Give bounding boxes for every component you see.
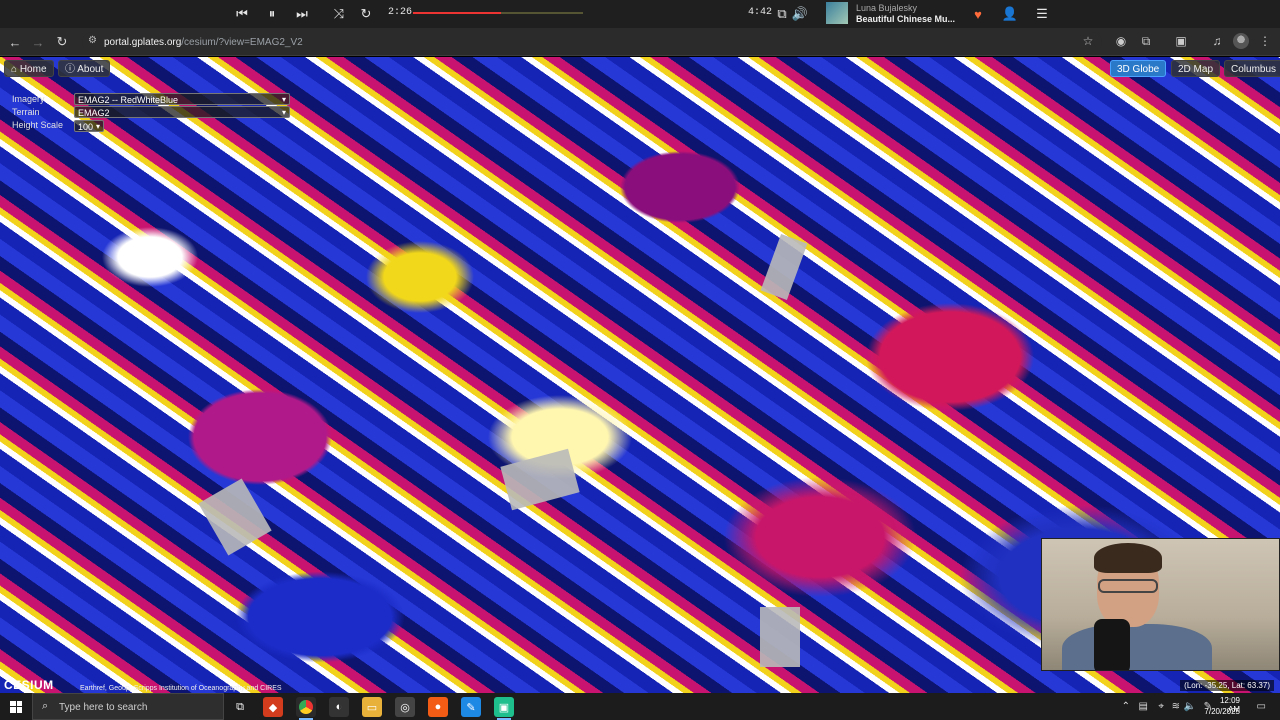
location-icon[interactable]: ⌖ <box>1158 701 1164 712</box>
imagery-label: Imagery <box>12 94 45 104</box>
search-icon: ⌕ <box>42 700 49 712</box>
chevron-down-icon: ▾ <box>281 95 286 104</box>
forward-arrow-icon[interactable]: → <box>29 33 47 51</box>
webcam-person-shirt <box>1062 624 1212 670</box>
about-label: About <box>77 64 104 75</box>
view-columbus-button[interactable]: Columbus <box>1224 60 1280 77</box>
chrome-browser-icon[interactable] <box>296 697 316 720</box>
chat-app-icon[interactable]: ◐ <box>329 697 349 717</box>
url-text[interactable]: portal.gplates.org/cesium/?view=EMAG2_V2 <box>104 37 303 48</box>
captions-icon[interactable]: ⧉ <box>772 4 792 24</box>
layer-panel: Imagery EMAG2 -- RedWhiteBlue ▾ Terrain E… <box>4 93 294 135</box>
media-progress-fill <box>413 12 502 14</box>
height-scale-value: 100 <box>78 122 94 132</box>
brave-browser-icon[interactable]: ◆ <box>263 697 283 717</box>
clock-date[interactable]: 7/20/2025 <box>1204 707 1240 716</box>
track-artist: Luna Bujalesky <box>856 3 918 13</box>
info-icon: ⓘ <box>65 64 75 75</box>
site-info-icon[interactable]: ⚙ <box>88 36 100 46</box>
terrain-select[interactable]: EMAG2 ▾ <box>74 106 290 118</box>
firefox-icon[interactable]: ● <box>428 697 448 717</box>
task-view-icon[interactable]: ⧉ <box>230 697 250 717</box>
height-scale-label: Height Scale <box>12 120 64 130</box>
home-label: Home <box>19 64 47 75</box>
user-icon[interactable]: 👤 <box>1000 4 1020 24</box>
tab-search-icon[interactable]: ▣ <box>1173 33 1189 49</box>
data-credits: Earthref, Geoup, Scripps Institution of … <box>80 685 282 692</box>
microphone <box>1094 619 1130 670</box>
view-3d-globe-button[interactable]: 3D Globe <box>1110 60 1167 77</box>
heart-icon[interactable]: ♥ <box>968 4 988 24</box>
home-icon: ⌂ <box>11 64 18 75</box>
home-button[interactable]: ⌂ Home <box>4 60 54 77</box>
reload-icon[interactable]: ↻ <box>53 33 71 51</box>
imagery-value: EMAG2 -- RedWhiteBlue <box>78 95 179 105</box>
no-data-patch <box>198 478 272 556</box>
media-control-bar: ⏮ ⏸ ⏭ ⤨ ↻ 2:26 4:42 ⧉ 🔊 Luna Bujalesky B… <box>0 0 1280 28</box>
about-button[interactable]: ⓘ About <box>58 60 111 77</box>
webcam-overlay <box>1041 538 1280 671</box>
chevron-down-icon: ▾ <box>95 122 100 131</box>
repeat-icon[interactable]: ↻ <box>356 4 376 24</box>
file-explorer-icon[interactable]: ▭ <box>362 697 382 717</box>
taskbar-search-input[interactable]: ⌕ Type here to search <box>32 693 224 720</box>
cesium-logo[interactable]: CESIUM <box>4 678 54 692</box>
paint-app-icon[interactable]: ✎ <box>461 697 481 717</box>
no-data-patch <box>500 448 580 511</box>
more-menu-icon[interactable]: ⋮ <box>1257 33 1273 49</box>
notification-icon[interactable]: ▭ <box>1257 701 1266 712</box>
terrain-label: Terrain <box>12 107 40 117</box>
chevron-down-icon: ▾ <box>281 108 286 117</box>
total-time: 4:42 <box>748 7 773 18</box>
pause-icon[interactable]: ⏸ <box>262 4 282 24</box>
taskbar-search-placeholder: Type here to search <box>59 702 148 713</box>
network-icon[interactable]: ▤ <box>1139 701 1148 712</box>
media-progress-bar[interactable] <box>413 12 583 14</box>
volume-icon[interactable]: 🔊 <box>790 4 810 24</box>
url-path: /cesium/?view=EMAG2_V2 <box>181 37 303 48</box>
elapsed-time: 2:26 <box>388 7 413 18</box>
imagery-select[interactable]: EMAG2 -- RedWhiteBlue ▾ <box>74 93 290 105</box>
terrain-value: EMAG2 <box>78 108 110 118</box>
media-icon[interactable]: ♫ <box>1209 33 1225 49</box>
height-scale-select[interactable]: 100 ▾ <box>74 120 104 132</box>
coordinate-readout: (Lon: -35.25, Lat: 63.37) <box>1180 680 1274 691</box>
view-2d-map-button[interactable]: 2D Map <box>1171 60 1221 77</box>
obs-app-icon[interactable]: ▣ <box>494 697 514 720</box>
speaker-icon[interactable]: 🔈 <box>1184 701 1196 712</box>
cesium-toolbar: ⌂ Home ⓘ About 3D Globe 2D Map Columbus <box>0 57 1280 79</box>
next-track-icon[interactable]: ⏭ <box>292 4 312 24</box>
start-button[interactable] <box>0 693 32 720</box>
webcam-person-hair <box>1094 543 1162 573</box>
back-arrow-icon[interactable]: ← <box>6 33 24 51</box>
track-title: Beautiful Chinese Mu... <box>856 14 956 24</box>
url-host: portal.gplates.org <box>104 37 182 48</box>
previous-track-icon[interactable]: ⏮ <box>232 4 252 24</box>
extension-icon[interactable]: ◉ <box>1113 33 1129 49</box>
wifi-icon[interactable]: ≋ <box>1172 701 1180 712</box>
track-thumbnail <box>826 2 848 24</box>
puzzle-icon[interactable]: ⧉ <box>1138 33 1154 49</box>
steam-icon[interactable]: ◎ <box>395 697 415 717</box>
shuffle-icon[interactable]: ⤨ <box>329 4 349 24</box>
profile-avatar[interactable] <box>1233 33 1249 49</box>
chevron-up-icon[interactable]: ⌃ <box>1122 701 1130 712</box>
windows-logo-icon <box>10 700 22 713</box>
queue-icon[interactable]: ☰ <box>1032 4 1052 24</box>
no-data-patch <box>760 234 808 300</box>
windows-taskbar: ⌕ Type here to search ⧉ ◆ ◐ ▭ ◎ ● ✎ ▣ ⌃ … <box>0 693 1280 720</box>
no-data-patch <box>760 607 800 667</box>
bookmark-star-icon[interactable]: ☆ <box>1080 33 1096 49</box>
webcam-person-glasses <box>1098 579 1158 593</box>
